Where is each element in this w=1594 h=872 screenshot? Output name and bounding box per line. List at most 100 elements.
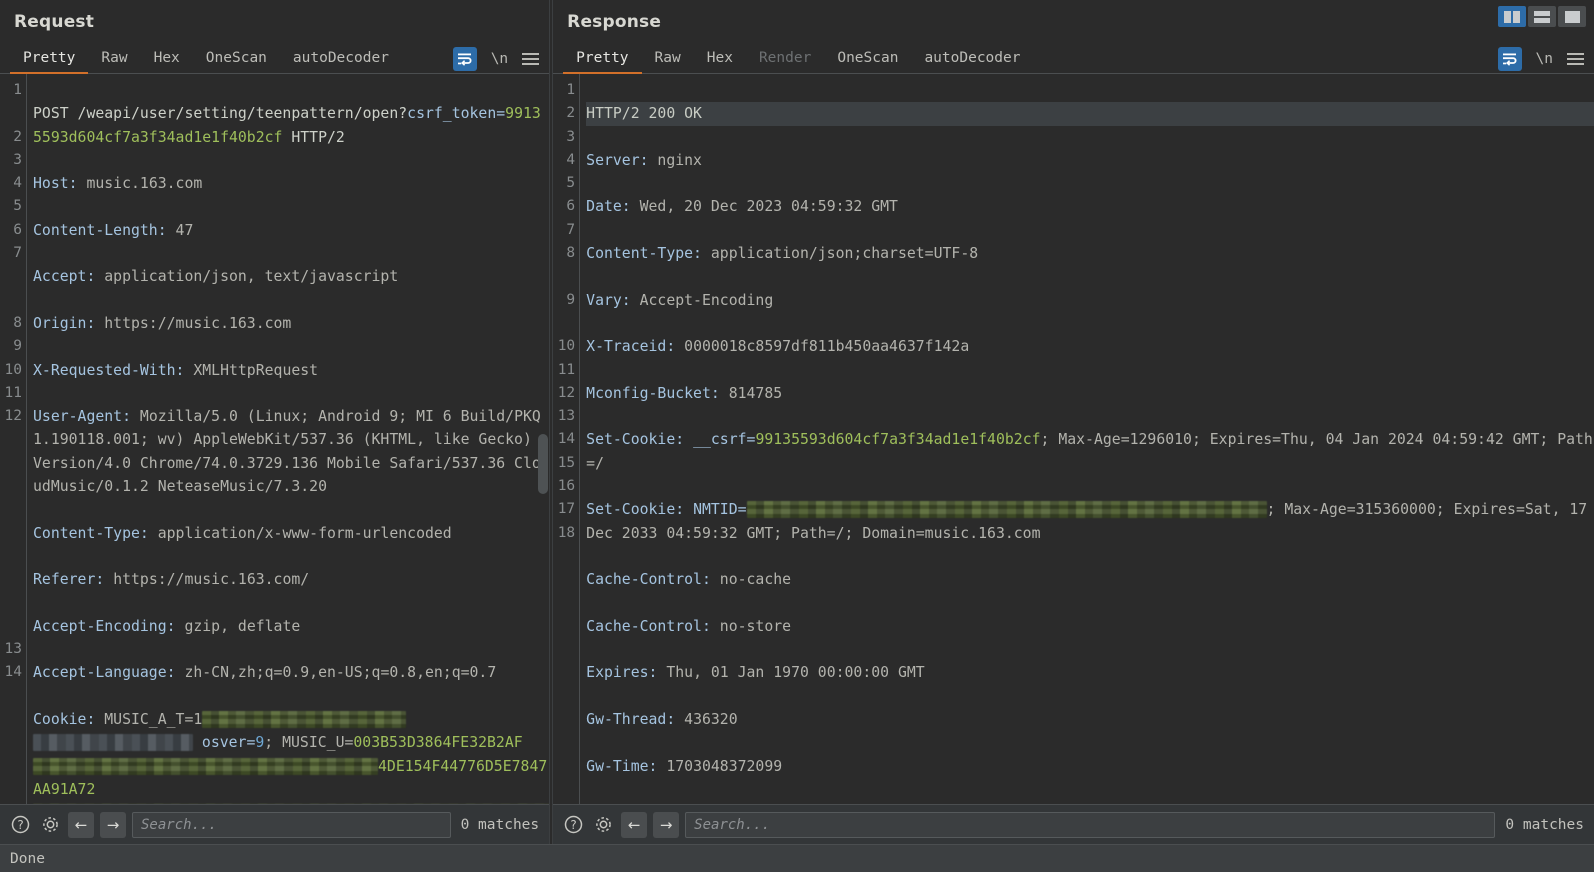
response-line-12: Expires: Thu, 01 Jan 1970 00:00:00 GMT xyxy=(586,661,1594,684)
word-wrap-icon[interactable] xyxy=(452,47,477,71)
header-value-x-requested-with: XMLHttpRequest xyxy=(184,361,319,379)
request-line-7: User-Agent: Mozilla/5.0 (Linux; Android … xyxy=(33,405,549,498)
header-value-gw-thread: 436320 xyxy=(675,711,738,729)
request-tabs-row: Pretty Raw Hex OneScan autoDecoder \n xyxy=(0,44,550,74)
cookie-csrf-value: 99135593d604cf7a3f34ad1e1f40b2cf xyxy=(755,431,1041,449)
hamburger-menu-icon[interactable] xyxy=(1567,53,1584,65)
request-line-9: Referer: https://music.163.com/ xyxy=(33,568,549,591)
response-pane: Response Pretty Raw Hex Render OneScan a… xyxy=(553,0,1594,844)
header-value-content-type: application/json;charset=UTF-8 xyxy=(701,245,979,263)
response-title: Response xyxy=(567,12,662,32)
response-editor[interactable]: 1234567 8 9 10 11 12 13 14 15 16 17 18 HTTP/2 2… xyxy=(553,74,1594,804)
header-value-content-type: application/x-www-form-urlencoded xyxy=(148,524,452,542)
status-bar: Done xyxy=(0,844,1594,872)
request-tab-tools: \n xyxy=(452,44,540,74)
header-name-expires: Expires: xyxy=(586,664,658,682)
response-line-14: Gw-Time: 1703048372099 xyxy=(586,755,1594,778)
response-line-5: Vary: Accept-Encoding xyxy=(586,289,1594,312)
header-value-accept: application/json, text/javascript xyxy=(95,268,399,286)
request-line-3: Content-Length: 47 xyxy=(33,219,549,242)
request-line-10: Accept-Encoding: gzip, deflate xyxy=(33,615,549,638)
request-editor[interactable]: 1 23456 7 8 9 10 11 12 13 14 POST /weapi/us… xyxy=(0,74,550,804)
hamburger-menu-icon[interactable] xyxy=(522,53,540,65)
request-find-bar: ? ← → 0 matches xyxy=(0,804,550,844)
tab-response-autodecoder[interactable]: autoDecoder xyxy=(911,44,1033,74)
request-line-4: Accept: application/json, text/javascrip… xyxy=(33,265,549,288)
request-match-count: 0 matches xyxy=(460,816,540,833)
gear-icon[interactable] xyxy=(591,813,615,837)
response-line-4: Content-Type: application/json;charset=U… xyxy=(586,242,1594,265)
header-name-accept-encoding: Accept-Encoding: xyxy=(33,617,176,635)
tab-response-onescan[interactable]: OneScan xyxy=(824,44,911,74)
layout-buttons xyxy=(1498,6,1586,27)
cookie-music-u-key: ; MUSIC_U= xyxy=(264,734,354,752)
request-line-2: Host: music.163.com xyxy=(33,172,549,195)
response-line-numbers: 1234567 8 9 10 11 12 13 14 15 16 17 18 xyxy=(553,74,580,804)
tab-request-autodecoder[interactable]: autoDecoder xyxy=(280,44,402,74)
response-line-6: X-Traceid: 0000018c8597df811b450aa4637f1… xyxy=(586,335,1594,358)
request-line-1: POST /weapi/user/setting/teenpattern/ope… xyxy=(33,102,549,149)
header-value-host: music.163.com xyxy=(77,175,203,193)
layout-horizontal-split-button[interactable] xyxy=(1528,6,1556,27)
header-value-vary: Accept-Encoding xyxy=(630,291,774,309)
header-name-content-type: Content-Type: xyxy=(33,524,149,542)
header-value-referer: https://music.163.com/ xyxy=(104,571,310,589)
tab-request-onescan[interactable]: OneScan xyxy=(193,44,280,74)
arrow-right-icon[interactable]: → xyxy=(653,811,680,838)
request-tabs: Pretty Raw Hex OneScan autoDecoder xyxy=(0,44,402,74)
svg-text:?: ? xyxy=(17,818,23,832)
newline-toggle[interactable]: \n xyxy=(1536,51,1553,67)
header-value-accept-language: zh-CN,zh;q=0.9,en-US;q=0.8,en;q=0.7 xyxy=(175,664,497,682)
response-line-9: Set-Cookie: NMTID=; Max-Age=315360000; E… xyxy=(586,498,1594,545)
response-tabs-row: Pretty Raw Hex Render OneScan autoDecode… xyxy=(553,44,1594,74)
request-search-input[interactable] xyxy=(132,811,451,838)
header-value-origin: https://music.163.com xyxy=(95,314,292,332)
redacted-nmtid-value xyxy=(746,501,1267,519)
response-line-3: Date: Wed, 20 Dec 2023 04:59:32 GMT xyxy=(586,195,1594,218)
response-body-text[interactable]: HTTP/2 200 OK Server: nginx Date: Wed, 2… xyxy=(580,74,1594,804)
header-name-cache-control-2: Cache-Control: xyxy=(586,617,711,635)
header-value-x-traceid: 0000018c8597df811b450aa4637f142a xyxy=(675,338,970,356)
request-line-5: Origin: https://music.163.com xyxy=(33,312,549,335)
question-mark-icon[interactable]: ? xyxy=(8,813,32,837)
header-value-cache-control-2: no-store xyxy=(710,617,792,635)
header-value-date: Wed, 20 Dec 2023 04:59:32 GMT xyxy=(630,198,898,216)
header-name-cookie: Cookie: xyxy=(33,711,96,729)
response-search-input[interactable] xyxy=(685,811,1496,838)
request-line-12: Cookie: MUSIC_A_T=1 osver=9; MUSIC_U=003… xyxy=(33,708,549,804)
tab-response-pretty[interactable]: Pretty xyxy=(563,44,642,74)
arrow-right-icon[interactable]: → xyxy=(100,811,126,838)
tab-response-hex[interactable]: Hex xyxy=(694,44,746,74)
question-mark-icon[interactable]: ? xyxy=(561,813,585,837)
tab-response-raw[interactable]: Raw xyxy=(642,44,694,74)
word-wrap-icon[interactable] xyxy=(1497,47,1522,71)
request-line-11: Accept-Language: zh-CN,zh;q=0.9,en-US;q=… xyxy=(33,661,549,684)
layout-vertical-split-button[interactable] xyxy=(1498,6,1526,27)
layout-single-pane-button[interactable] xyxy=(1558,6,1586,27)
request-protocol: HTTP/2 xyxy=(282,128,345,146)
arrow-left-icon[interactable]: ← xyxy=(621,811,648,838)
request-vertical-scrollbar[interactable] xyxy=(537,74,549,804)
tab-request-raw[interactable]: Raw xyxy=(88,44,140,74)
cookie-osver-value: 9 xyxy=(255,734,265,752)
header-name-content-type: Content-Type: xyxy=(586,245,702,263)
response-line-11: Cache-Control: no-store xyxy=(586,615,1594,638)
request-scrollbar-thumb[interactable] xyxy=(538,434,549,494)
header-value-cache-control-1: no-cache xyxy=(710,571,792,589)
tab-request-pretty[interactable]: Pretty xyxy=(10,44,89,74)
header-name-vary: Vary: xyxy=(586,291,631,309)
response-line-8: Set-Cookie: __csrf=99135593d604cf7a3f34a… xyxy=(586,428,1594,475)
header-name-accept: Accept: xyxy=(33,268,96,286)
newline-toggle[interactable]: \n xyxy=(491,51,508,67)
tab-request-hex[interactable]: Hex xyxy=(141,44,193,74)
request-body-text[interactable]: POST /weapi/user/setting/teenpattern/ope… xyxy=(27,74,549,804)
response-match-count: 0 matches xyxy=(1505,816,1584,833)
gear-icon[interactable] xyxy=(38,813,62,837)
response-line-13: Gw-Thread: 436320 xyxy=(586,708,1594,731)
request-line-8: Content-Type: application/x-www-form-url… xyxy=(33,522,549,545)
response-tab-tools: \n xyxy=(1497,44,1584,74)
response-status-line: HTTP/2 200 OK xyxy=(586,102,1594,126)
header-name-mconfig-bucket: Mconfig-Bucket: xyxy=(586,384,720,402)
cookie-csrf-name: __csrf= xyxy=(684,431,756,449)
arrow-left-icon[interactable]: ← xyxy=(68,811,94,838)
